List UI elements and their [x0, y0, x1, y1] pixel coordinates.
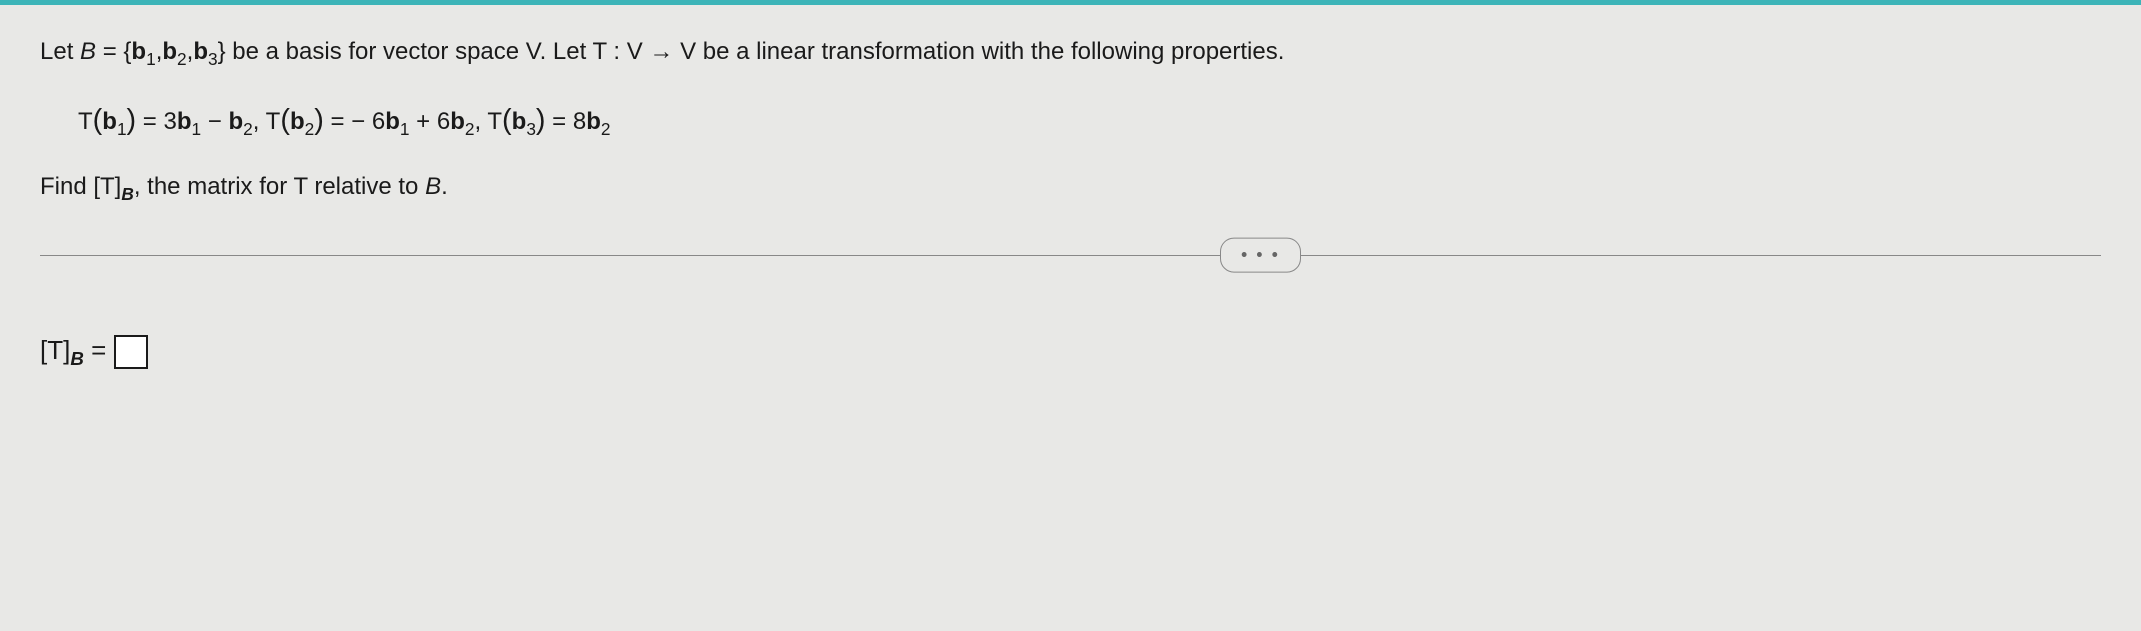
sub: 1	[146, 49, 156, 69]
var-b: b	[162, 38, 177, 65]
text: T	[78, 108, 93, 135]
var-b: b	[512, 108, 527, 135]
text: Find [T]	[40, 173, 121, 200]
var-b: b	[586, 108, 601, 135]
paren: )	[536, 104, 546, 136]
var-b: b	[385, 108, 400, 135]
sub: 2	[243, 119, 253, 139]
var-b: b	[228, 108, 243, 135]
sub: 1	[117, 119, 127, 139]
divider-line	[40, 255, 2101, 256]
answer-label: [T]B =	[40, 330, 106, 374]
var-B: B	[80, 38, 96, 65]
sub-B: B	[70, 349, 84, 370]
paren: )	[314, 104, 324, 136]
text: T	[266, 108, 281, 135]
paren: (	[280, 104, 290, 136]
paren: )	[127, 104, 137, 136]
paren: (	[93, 104, 103, 136]
text: .	[441, 173, 448, 200]
sub: 2	[177, 49, 187, 69]
answer-input[interactable]	[114, 335, 148, 369]
text: Let	[40, 38, 80, 65]
text: = − 6	[324, 108, 385, 135]
sub: 2	[601, 119, 611, 139]
text: =	[84, 335, 106, 365]
var-b: b	[450, 108, 465, 135]
text: + 6	[409, 108, 450, 135]
sub-B: B	[121, 184, 133, 204]
var-b: b	[193, 38, 208, 65]
problem-statement-line-2: T(b1) = 3b1 − b2, T(b2) = − 6b1 + 6b2, T…	[40, 97, 2101, 143]
text: = 8	[546, 108, 587, 135]
sub: 2	[305, 119, 315, 139]
text: [T]	[40, 335, 70, 365]
problem-statement-line-1: Let B = {b1,b2,b3} be a basis for vector…	[40, 33, 2101, 73]
text: } be a basis for vector space V. Let T :…	[218, 38, 1285, 65]
text: = {	[96, 38, 131, 65]
sub: 3	[526, 119, 536, 139]
text: ,	[253, 108, 266, 135]
text: −	[201, 108, 228, 135]
text: ,	[474, 108, 487, 135]
text: = 3	[136, 108, 177, 135]
var-B: B	[425, 173, 441, 200]
sub: 3	[208, 49, 218, 69]
text: , the matrix for T relative to	[134, 173, 425, 200]
var-b: b	[177, 108, 192, 135]
var-b: b	[102, 108, 117, 135]
answer-row: [T]B =	[40, 330, 2101, 374]
var-b: b	[131, 38, 146, 65]
paren: (	[502, 104, 512, 136]
problem-statement-line-3: Find [T]B, the matrix for T relative to …	[40, 168, 2101, 208]
var-b: b	[290, 108, 305, 135]
divider-row: • • •	[40, 240, 2101, 270]
text: T	[487, 108, 502, 135]
expand-button[interactable]: • • •	[1220, 238, 1301, 273]
sub: 1	[192, 119, 202, 139]
